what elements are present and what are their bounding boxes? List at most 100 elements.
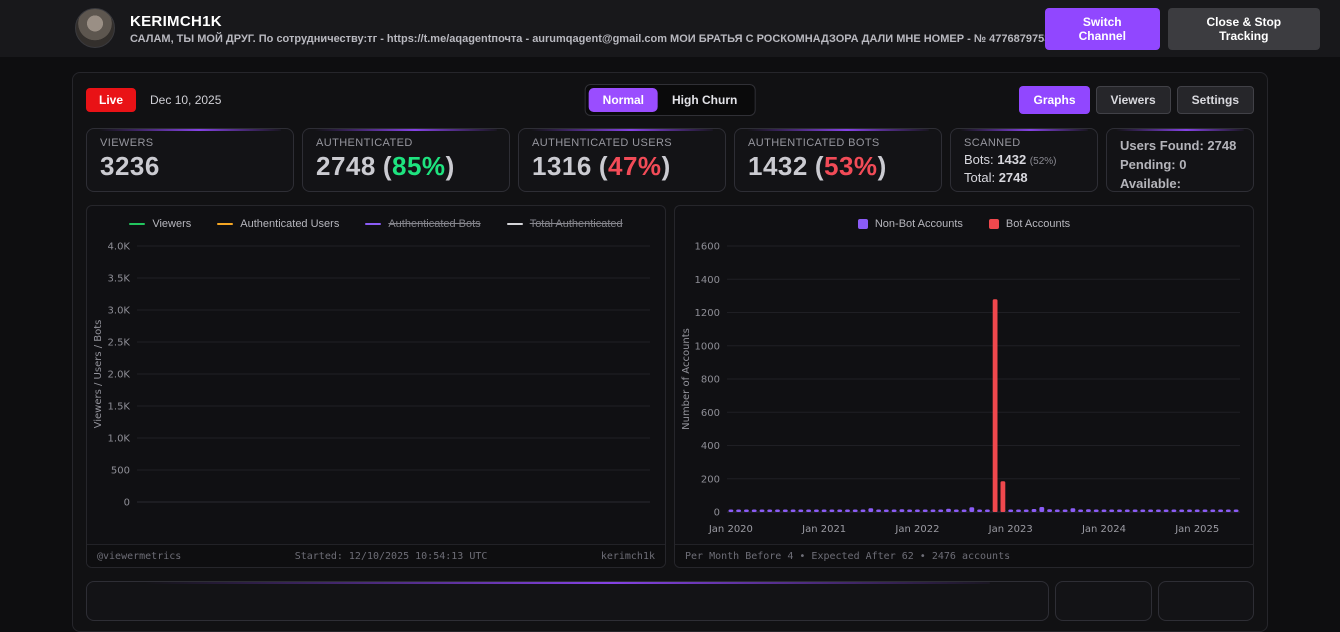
svg-text:Viewers / Users / Bots: Viewers / Users / Bots <box>93 320 104 429</box>
authenticated-percent: (85%) <box>382 151 455 181</box>
live-badge: Live <box>86 88 137 112</box>
switch-channel-button[interactable]: Switch Channel <box>1044 7 1160 50</box>
scanned-total-line: Total: 2748 <box>964 170 1028 185</box>
viewers-series-swatch <box>129 223 146 225</box>
svg-text:400: 400 <box>701 441 720 452</box>
viewers-chart-footer: @viewermetrics Started: 12/10/2025 10:54… <box>87 544 665 567</box>
legend-bot-accounts[interactable]: Bot Accounts <box>988 218 1070 230</box>
viewers-value: 3236 <box>100 151 160 181</box>
stats-row: VIEWERS 3236 AUTHENTICATED 2748 (85%) AU… <box>86 128 1254 192</box>
accounts-summary: Per Month Before 4 • Expected After 62 •… <box>685 550 1011 562</box>
view-buttons: Graphs Viewers Settings <box>1019 86 1254 114</box>
svg-text:Jan 2024: Jan 2024 <box>1081 524 1126 535</box>
accounts-chart-footer: Per Month Before 4 • Expected After 62 •… <box>675 544 1253 567</box>
authenticated-users-value: 1316 <box>532 151 592 181</box>
scanned-bots-percent: (52%) <box>1029 156 1057 167</box>
users-found-line: Users Found: 2748 <box>1120 138 1237 153</box>
stat-card-viewers: VIEWERS 3236 <box>86 128 294 192</box>
close-stop-tracking-button[interactable]: Close & Stop Tracking <box>1167 7 1320 50</box>
svg-text:800: 800 <box>701 375 720 386</box>
svg-text:1600: 1600 <box>695 242 720 253</box>
viewers-chart-plot: 4.0K 3.5K 3.0K 2.5K 2.0K 1.5K 1.0K 500 0 Viewers … <box>87 236 665 544</box>
accounts-chart-panel: Non-Bot Accounts Bot Accounts 0 200 400 600… <box>674 205 1254 568</box>
legend-authenticated-bots[interactable]: Authenticated Bots <box>365 218 481 230</box>
svg-text:1.0K: 1.0K <box>108 434 131 445</box>
svg-text:3.5K: 3.5K <box>108 274 131 285</box>
channel-name: KERIMCH1K <box>130 12 222 30</box>
svg-text:4.0K: 4.0K <box>108 242 131 253</box>
top-header: KERIMCH1K САЛАМ, ТЫ МОЙ ДРУГ. По сотрудн… <box>0 0 1340 57</box>
bottom-panel-stub-wide <box>86 581 1049 621</box>
main-panel: Live Dec 10, 2025 Normal High Churn Grap… <box>72 72 1268 632</box>
authenticated-bots-percent: (53%) <box>814 151 887 181</box>
bottom-panel-stub-1 <box>1055 581 1152 621</box>
tab-settings[interactable]: Settings <box>1176 86 1254 114</box>
channel-info: KERIMCH1K САЛАМ, ТЫ МОЙ ДРУГ. По сотрудн… <box>130 12 1051 45</box>
stat-label: VIEWERS <box>100 137 154 149</box>
controls-row: Live Dec 10, 2025 Normal High Churn Grap… <box>86 84 1254 116</box>
svg-text:0: 0 <box>124 498 130 509</box>
svg-text:1000: 1000 <box>695 341 720 352</box>
channel-description: САЛАМ, ТЫ МОЙ ДРУГ. По сотрудничеству:тг… <box>130 32 1051 45</box>
svg-text:Jan 2022: Jan 2022 <box>894 524 939 535</box>
topbar-actions: Switch Channel Close & Stop Tracking <box>1044 7 1320 50</box>
authenticated-users-percent: (47%) <box>598 151 671 181</box>
svg-text:Jan 2023: Jan 2023 <box>988 524 1033 535</box>
available-line: Available: 3096/5000 <box>1120 175 1181 191</box>
legend-authenticated-users[interactable]: Authenticated Users <box>217 218 339 230</box>
stat-card-authenticated-users: AUTHENTICATED USERS 1316 (47%) <box>518 128 726 192</box>
svg-text:1200: 1200 <box>695 308 720 319</box>
svg-text:1.5K: 1.5K <box>108 402 131 413</box>
stat-label: SCANNED <box>964 137 1021 149</box>
stat-card-scanned: SCANNED Bots: 1432 (52%) Total: 2748 <box>950 128 1098 192</box>
tab-viewers[interactable]: Viewers <box>1095 86 1171 114</box>
mode-normal-button[interactable]: Normal <box>588 88 659 112</box>
auth-users-series-swatch <box>217 223 234 225</box>
svg-text:2.0K: 2.0K <box>108 370 131 381</box>
svg-text:Number of Accounts: Number of Accounts <box>681 328 692 430</box>
viewers-chart-panel: Viewers Authenticated Users Authenticate… <box>86 205 666 568</box>
bottom-row <box>86 581 1254 621</box>
bot-series-swatch <box>988 219 999 229</box>
mode-high-churn-button[interactable]: High Churn <box>658 88 751 112</box>
svg-text:500: 500 <box>111 466 130 477</box>
pending-line: Pending: 0 <box>1120 156 1187 172</box>
authenticated-bots-value: 1432 <box>748 151 808 181</box>
legend-total-authenticated[interactable]: Total Authenticated <box>506 218 623 230</box>
legend-non-bot-accounts[interactable]: Non-Bot Accounts <box>857 218 963 230</box>
svg-text:1400: 1400 <box>695 275 720 286</box>
svg-text:3.0K: 3.0K <box>108 306 131 317</box>
svg-text:600: 600 <box>701 408 720 419</box>
tab-graphs[interactable]: Graphs <box>1019 86 1090 114</box>
svg-text:2.5K: 2.5K <box>108 338 131 349</box>
non-bot-series-swatch <box>857 219 868 229</box>
svg-text:0: 0 <box>714 508 720 519</box>
viewers-chart-svg: 4.0K 3.5K 3.0K 2.5K 2.0K 1.5K 1.0K 500 0 Viewers … <box>93 242 650 509</box>
charts-row: Viewers Authenticated Users Authenticate… <box>86 205 1254 568</box>
stat-label: AUTHENTICATED BOTS <box>748 137 880 149</box>
mode-toggle: Normal High Churn <box>584 84 756 116</box>
svg-text:200: 200 <box>701 474 720 485</box>
svg-text:Jan 2021: Jan 2021 <box>801 524 846 535</box>
stat-card-overview: Users Found: 2748 Pending: 0 Available: … <box>1106 128 1254 192</box>
svg-text:Jan 2020: Jan 2020 <box>708 524 753 535</box>
stat-card-authenticated-bots: AUTHENTICATED BOTS 1432 (53%) <box>734 128 942 192</box>
stat-label: AUTHENTICATED USERS <box>532 137 673 149</box>
stat-card-authenticated: AUTHENTICATED 2748 (85%) <box>302 128 510 192</box>
legend-viewers[interactable]: Viewers <box>129 218 191 230</box>
channel-avatar <box>75 8 115 48</box>
viewers-chart-legend: Viewers Authenticated Users Authenticate… <box>87 206 665 236</box>
watermark: @viewermetrics <box>97 550 182 562</box>
total-auth-series-swatch <box>506 223 523 225</box>
bottom-panel-stub-2 <box>1158 581 1254 621</box>
auth-bots-series-swatch <box>365 223 382 225</box>
channel-handle: kerimch1k <box>600 550 655 562</box>
accounts-chart-svg: 0 200 400 600 800 1000 1200 1400 1600 Jan 2020 Jan… <box>681 242 1240 535</box>
stat-label: AUTHENTICATED <box>316 137 413 149</box>
scanned-bots-line: Bots: 1432 (52%) <box>964 152 1057 167</box>
svg-text:Jan 2025: Jan 2025 <box>1174 524 1219 535</box>
accounts-chart-legend: Non-Bot Accounts Bot Accounts <box>675 206 1253 236</box>
started-timestamp: Started: 12/10/2025 10:54:13 UTC <box>294 550 488 562</box>
accounts-chart-plot: 0 200 400 600 800 1000 1200 1400 1600 Jan 2020 Jan… <box>675 236 1253 544</box>
stream-date: Dec 10, 2025 <box>150 93 222 107</box>
